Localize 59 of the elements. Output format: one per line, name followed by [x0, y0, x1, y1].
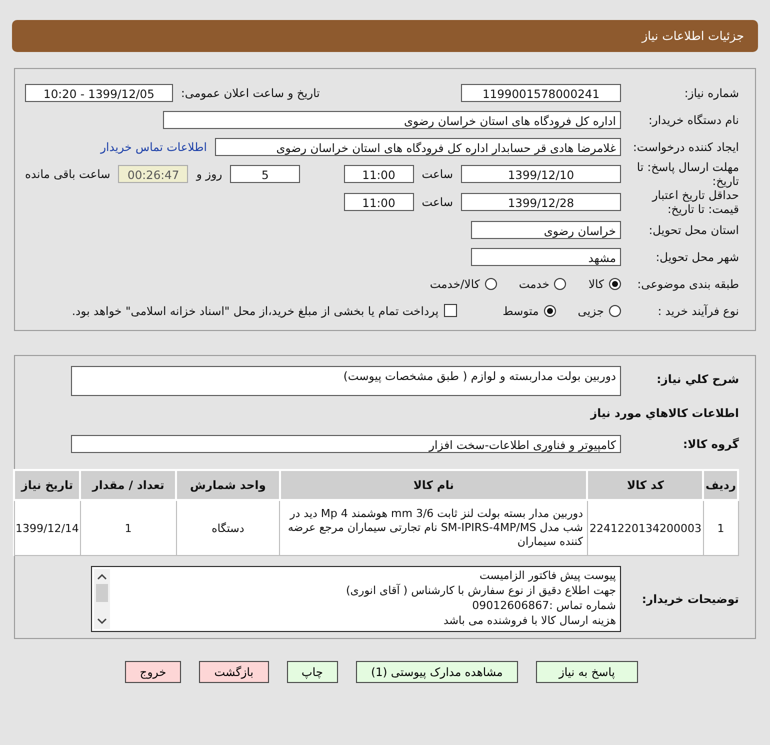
field-label: گروه کالا: — [682, 436, 739, 450]
goods-group-field: کامپیوتر و فناوری اطلاعات-سخت افزار — [71, 434, 621, 452]
requester-field: غلامرضا هادی قر حسابدار اداره کل فرودگاه های استان خراسان رضوی — [215, 138, 621, 156]
city-field: مشهد — [471, 248, 621, 266]
table-cell: دستگاه — [176, 500, 280, 556]
section-heading: اطلاعات کالاهاي مورد نياز — [590, 406, 739, 420]
column-header: نام کالا — [280, 470, 588, 500]
field-label: ایجاد کننده درخواست: — [632, 140, 739, 154]
table-cell: 2241220134200003 — [587, 500, 704, 556]
field-label: نام دستگاه خریدار: — [647, 112, 739, 126]
remaining-time-field: 00:26:47 — [118, 165, 188, 183]
field-label: ساعت باقی مانده — [25, 167, 110, 181]
table-cell: 1399/12/14 — [14, 500, 80, 556]
deadline-date-field: 1399/12/10 — [461, 165, 621, 183]
category-radio[interactable]: خدمت — [518, 276, 566, 290]
table-cell: 1 — [703, 500, 738, 556]
field-label: شهر محل تحویل: — [654, 250, 739, 264]
description-field: دوربین بولت مداربسته و لوازم ( طبق مشخصات پیوست) — [71, 366, 621, 396]
validity-date-field: 1399/12/28 — [461, 193, 621, 211]
field-label: ساعت — [422, 167, 453, 181]
action-button[interactable]: مشاهده مدارک پیوستی (1) — [356, 661, 518, 683]
process-radio[interactable]: جزیی — [578, 304, 621, 318]
buyer-contact-link[interactable]: اطلاعات تماس خریدار — [100, 140, 207, 154]
field-label: توضیحات خریدار: — [640, 592, 739, 606]
column-header: کد کالا — [587, 470, 704, 500]
action-button[interactable]: پاسخ به نیاز — [536, 661, 638, 683]
field-label: روز و — [196, 167, 222, 181]
field-label: استان محل تحویل: — [648, 222, 739, 236]
deadline-time-field: 11:00 — [344, 165, 414, 183]
column-header: واحد شمارش — [176, 470, 280, 500]
column-header: تاریخ نیاز — [14, 470, 80, 500]
buyer-org-field: اداره کل فرودگاه های استان خراسان رضوی — [163, 110, 621, 128]
field-label: طبقه بندی موضوعی: — [636, 276, 739, 290]
table-cell: 1 — [80, 500, 176, 556]
field-label: شماره نیاز: — [683, 86, 739, 100]
scrollbar-icon[interactable] — [94, 569, 110, 629]
table-cell: دوربین مدار بسته بولت لنز ثابت mm 3/6 هوشمند Mp 4 دید در شب مدل SM-IPIRS-4MP/MS نام تجارتی سیماران مرجع عرضه کننده سیماران — [280, 500, 588, 556]
action-button[interactable]: چاپ — [286, 661, 338, 683]
field-label: تاریخ و ساعت اعلان عمومی: — [181, 86, 320, 100]
process-radio[interactable]: متوسط — [502, 304, 556, 318]
need-number-field: 1199001578000241 — [461, 84, 621, 102]
field-label: شرح کلي نياز: — [656, 372, 739, 386]
buyer-notes-field: پیوست پیش فاکتور الزامیست جهت اطلاع دقیق از نوع سفارش با کارشناس ( آقای انوری) شماره تماس :09012606867 هزینه ارسال کالا با فروشنده می باشد — [91, 566, 621, 632]
days-field: 5 — [230, 165, 300, 183]
category-radio[interactable]: کالا — [588, 276, 621, 290]
field-label: مهلت ارسال پاسخ: تا تاریخ: — [636, 160, 739, 188]
validity-time-field: 11:00 — [344, 193, 414, 211]
column-header: تعداد / مقدار — [80, 470, 176, 500]
category-radio[interactable]: کالا/خدمت — [430, 276, 497, 290]
announce-date-field: 1399/12/05 - 10:20 — [25, 84, 173, 102]
action-button[interactable]: خروج — [124, 661, 182, 683]
header-title: جزئیات اطلاعات نیاز — [642, 29, 744, 43]
field-label: ساعت — [422, 195, 453, 209]
column-header: ردیف — [703, 470, 738, 500]
field-label: حداقل تاریخ اعتبار قیمت: تا تاریخ: — [650, 188, 739, 216]
province-field: خراسان رضوی — [471, 220, 621, 238]
field-label: نوع فرآیند خرید : — [656, 304, 739, 318]
action-button[interactable]: بازگشت — [199, 661, 268, 683]
treasury-checkbox[interactable]: پرداخت تمام یا بخشی از مبلغ خرید،از محل "اسناد خزانه اسلامی" خواهد بود. — [72, 304, 457, 318]
